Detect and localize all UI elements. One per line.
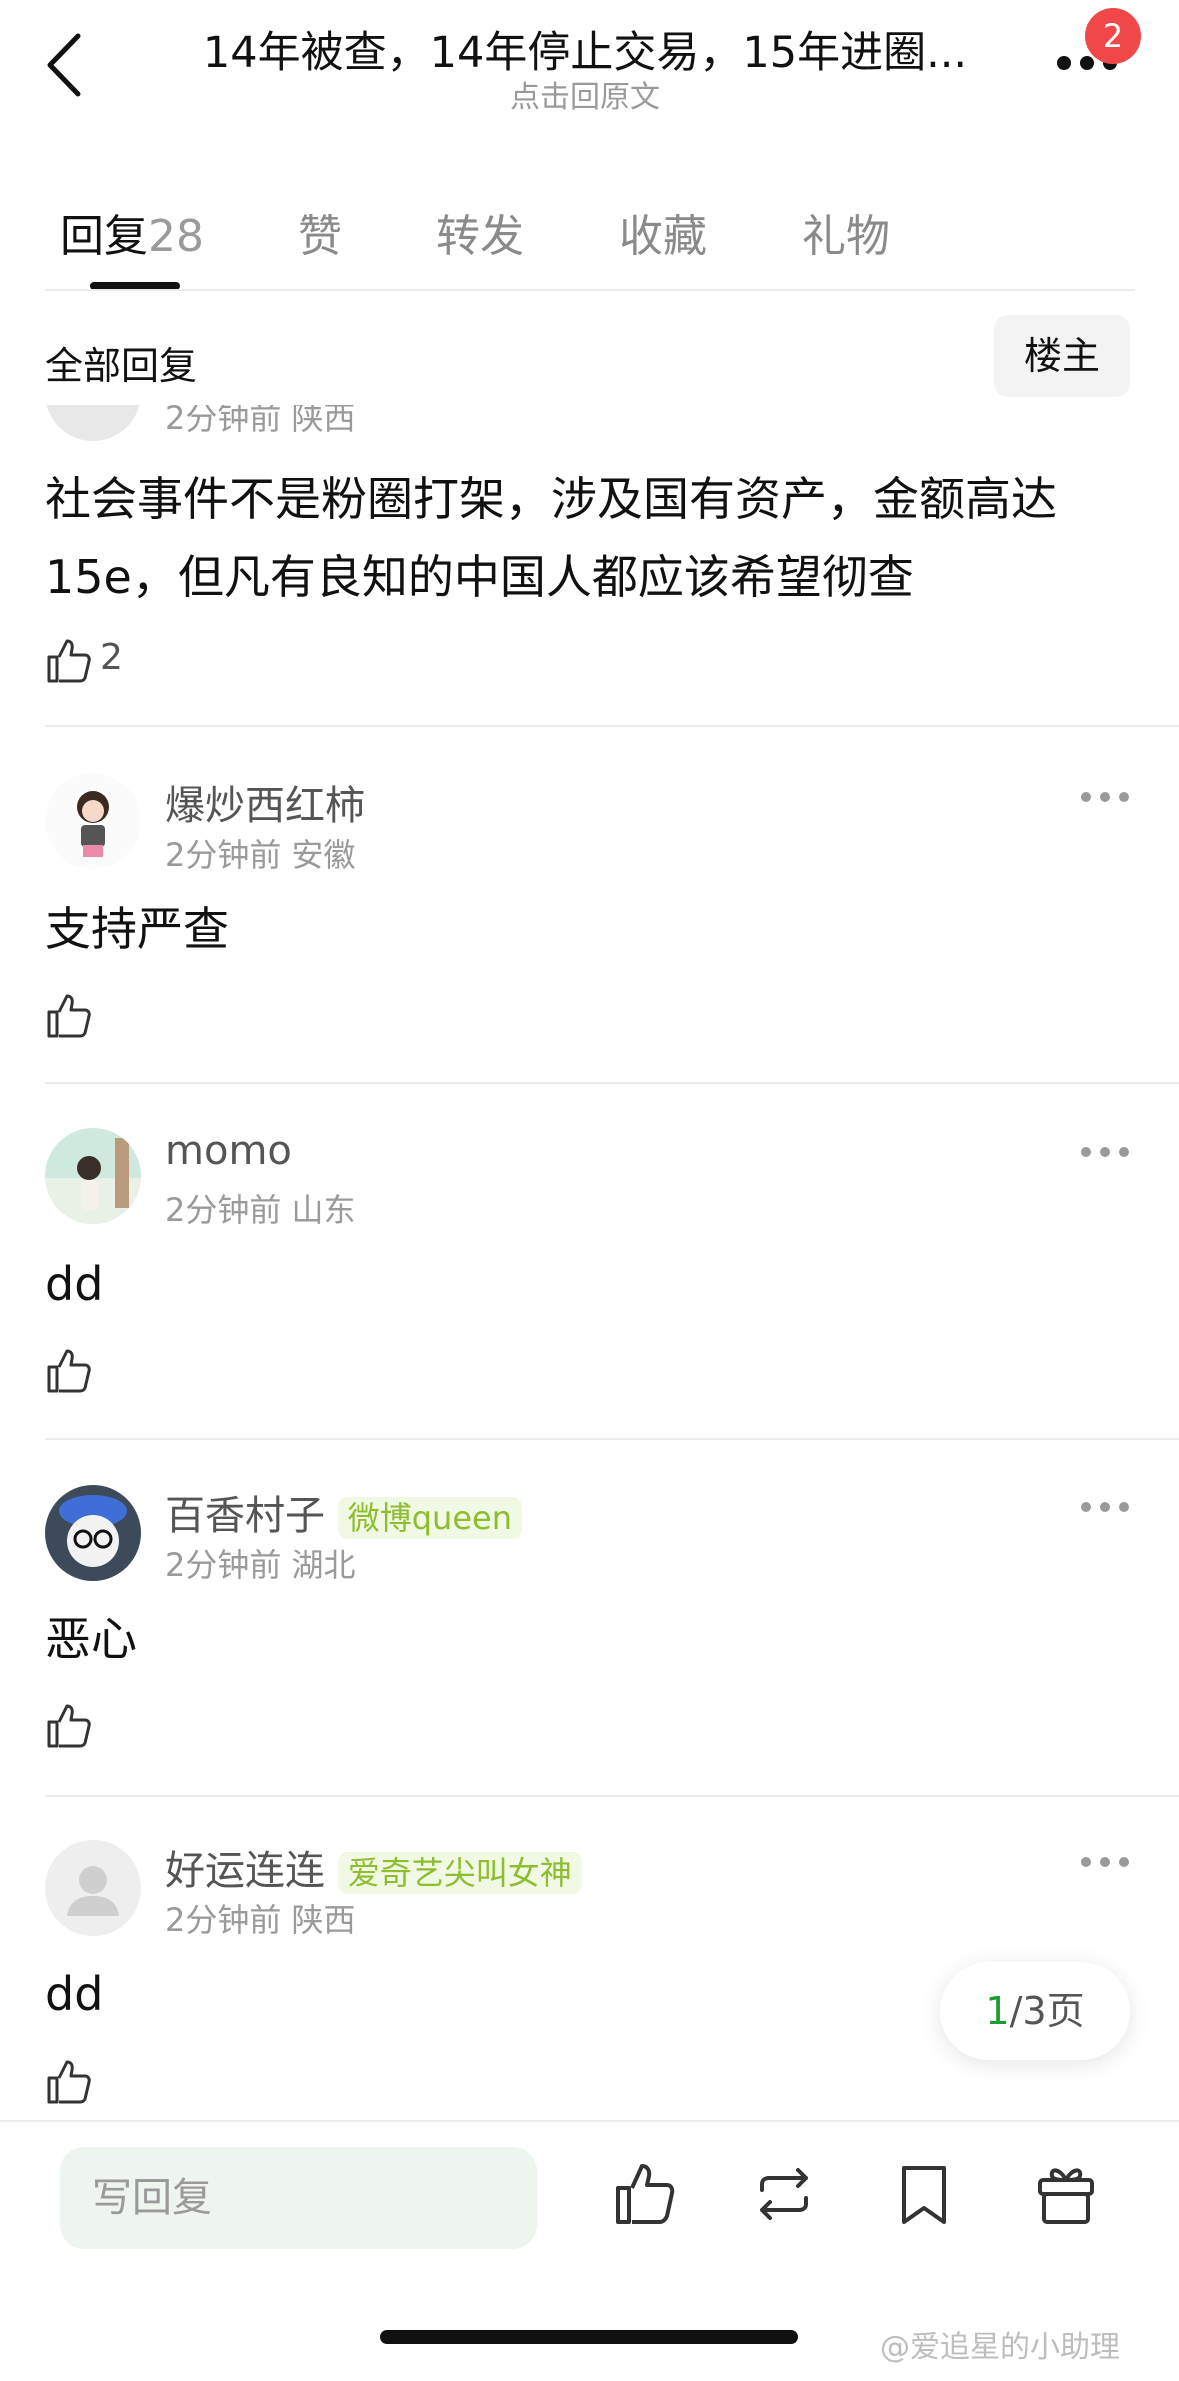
comment-text-line-1: 社会事件不是粉圈打架，涉及国有资产，金额高达 <box>45 472 1057 526</box>
comment-divider <box>45 1438 1179 1440</box>
username-row: 百香村子 微博queen <box>165 1483 522 1541</box>
comment-text: 恶心 <box>45 1612 137 1666</box>
like-icon[interactable] <box>612 2160 676 2228</box>
like-count: 2 <box>100 637 123 678</box>
username-row: 好运连连 爱奇艺尖叫女神 <box>165 1838 582 1896</box>
comment-time: 2分钟前 <box>165 1546 282 1584</box>
comment-more-icon[interactable] <box>1080 790 1130 804</box>
username[interactable]: 百香村子 <box>165 1493 325 1539</box>
comment-time: 2分钟前 <box>165 1191 282 1229</box>
like-icon[interactable] <box>45 992 93 1040</box>
avatar[interactable] <box>45 1840 141 1936</box>
page-indicator[interactable]: 1/3页 <box>940 1962 1130 2060</box>
back-to-original-link[interactable]: 点击回原文 <box>190 72 980 116</box>
comment-text: dd <box>45 1967 104 2021</box>
username[interactable]: 爆炒西红柿 <box>165 773 365 831</box>
user-tag: 爱奇艺尖叫女神 <box>337 1852 582 1894</box>
comment-location: 安徽 <box>291 836 356 874</box>
tab-replies-label: 回复 <box>60 211 148 262</box>
comment-meta: 2分钟前 陕西 <box>165 405 356 437</box>
post-title[interactable]: 14年被查，14年停止交易，15年进圈... <box>190 18 980 80</box>
bookmark-icon[interactable] <box>892 2160 956 2228</box>
like-icon[interactable] <box>45 2058 93 2106</box>
comment-item: 2分钟前 陕西 社会事件不是粉圈打架，涉及国有资产，金额高达 15e，但凡有良知… <box>0 405 1179 735</box>
total-pages: /3页 <box>1009 1989 1085 2033</box>
watermark: @爱追星的小助理 <box>880 2330 1120 2365</box>
tab-gifts[interactable]: 礼物 <box>802 200 890 264</box>
comment-text: dd <box>45 1257 104 1311</box>
comment-meta: 2分钟前 山东 <box>165 1185 356 1231</box>
like-icon[interactable] <box>45 1347 93 1395</box>
back-icon[interactable] <box>40 30 90 100</box>
tab-favorites[interactable]: 收藏 <box>619 200 707 264</box>
avatar[interactable] <box>45 773 141 869</box>
comment-more-icon[interactable] <box>1080 1500 1130 1514</box>
comment-location: 陕西 <box>291 1901 356 1939</box>
username[interactable]: 好运连连 <box>165 1848 325 1894</box>
comment-text-line-2: 15e，但凡有良知的中国人都应该希望彻查 <box>45 550 914 604</box>
comment-text: 支持严查 <box>45 902 229 956</box>
comment-meta: 2分钟前 陕西 <box>165 1895 356 1941</box>
tab-replies-count: 28 <box>148 211 204 262</box>
avatar[interactable] <box>45 1128 141 1224</box>
tab-reposts[interactable]: 转发 <box>436 200 524 264</box>
owner-filter-button[interactable]: 楼主 <box>994 315 1130 397</box>
comment-divider <box>45 1082 1179 1084</box>
tab-replies[interactable]: 回复28 <box>60 200 204 264</box>
like-icon[interactable] <box>45 1702 93 1750</box>
comment-location: 湖北 <box>291 1546 356 1584</box>
tabs-divider <box>45 289 1135 291</box>
comment-divider <box>45 725 1179 727</box>
reply-input[interactable]: 写回复 <box>60 2147 537 2249</box>
avatar[interactable] <box>45 1485 141 1581</box>
comment-location: 山东 <box>291 1191 356 1229</box>
avatar[interactable] <box>45 405 141 441</box>
comment-time: 2分钟前 <box>165 836 282 874</box>
all-replies-label[interactable]: 全部回复 <box>45 335 197 390</box>
comment-divider <box>45 1795 1179 1797</box>
user-tag: 微博queen <box>337 1497 522 1539</box>
comment-more-icon[interactable] <box>1080 1855 1130 1869</box>
gift-icon[interactable] <box>1034 2160 1098 2228</box>
comment-meta: 2分钟前 安徽 <box>165 830 356 876</box>
like-icon[interactable] <box>45 637 93 685</box>
home-indicator <box>380 2330 798 2344</box>
repost-icon[interactable] <box>752 2160 816 2228</box>
username[interactable]: momo <box>165 1128 292 1174</box>
comment-time: 2分钟前 <box>165 1901 282 1939</box>
comment-more-icon[interactable] <box>1080 1145 1130 1159</box>
tab-likes[interactable]: 赞 <box>298 200 342 264</box>
notification-badge: 2 <box>1085 8 1141 64</box>
current-page: 1 <box>985 1989 1010 2033</box>
comment-meta: 2分钟前 湖北 <box>165 1540 356 1586</box>
